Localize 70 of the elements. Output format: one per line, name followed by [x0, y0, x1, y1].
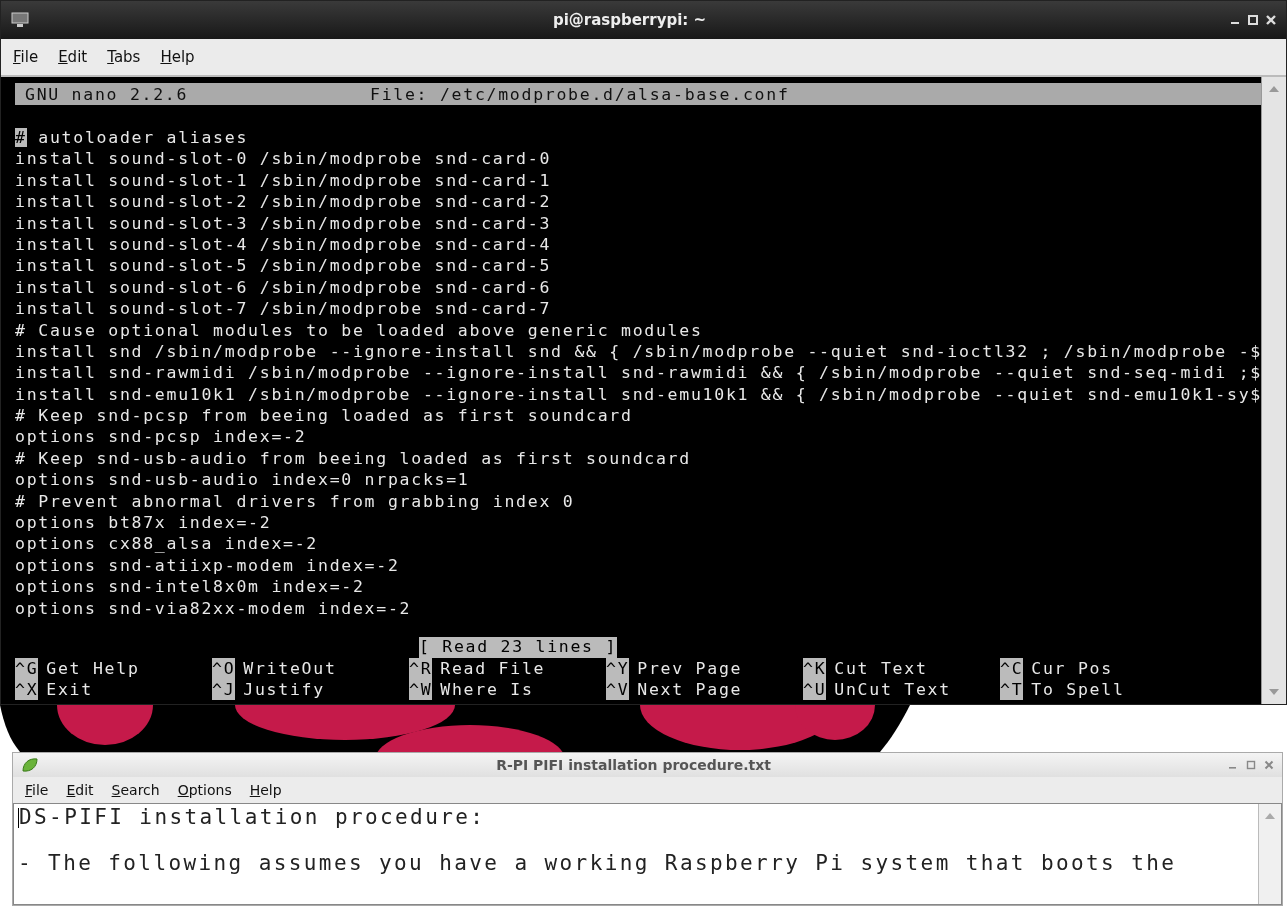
shortcut-key: ^R [409, 658, 433, 679]
shortcut-label: Justify [243, 679, 325, 700]
code-line: # Prevent abnormal drivers from grabbing index 0 [15, 490, 576, 513]
shortcut-label: Next Page [637, 679, 743, 700]
menu-item[interactable]: Help [249, 782, 282, 798]
code-line: # Keep snd-pcsp from beeing loaded as first soundcard [15, 405, 634, 427]
window-title: pi@raspberrypi: ~ [551, 11, 708, 29]
menu-item[interactable]: Tabs [107, 48, 141, 66]
shortcut-key: ^Y [606, 658, 630, 679]
shortcut-label: Where Is [440, 679, 534, 700]
shortcut-label: Cut Text [834, 658, 928, 679]
code-line: install sound-slot-2 /sbin/modprobe snd-card-2 [15, 191, 553, 213]
shortcut-key: ^O [212, 658, 236, 679]
code-line: options snd-usb-audio index=0 nrpacks=1 [15, 469, 471, 491]
shortcut-key: ^X [15, 679, 39, 700]
shortcut-label: Cur Pos [1031, 658, 1113, 679]
text-line: DS-PIFI installation procedure: [18, 806, 487, 829]
shortcut-key: ^G [15, 658, 39, 679]
code-line: install sound-slot-3 /sbin/modprobe snd-card-3 [15, 212, 553, 234]
menu-item[interactable]: Options [177, 782, 232, 798]
code-line: install sound-slot-6 /sbin/modprobe snd-card-6 [15, 276, 553, 299]
status-message: [ Read 23 lines ] [418, 637, 618, 658]
code-line: # autoloader aliases [15, 127, 250, 149]
code-line: options snd-pcsp index=-2 [15, 426, 308, 448]
code-line: install snd-emu10k1 /sbin/modprobe --ignore-install snd-emu10k1 && { /sbin/modprobe --quiet snd-emu10k1-sy$ [15, 383, 1261, 406]
shortcut-label: Prev Page [637, 658, 743, 679]
nano-version: GNU nano 2.2.6 [25, 84, 190, 104]
scrollbar[interactable] [1261, 77, 1286, 704]
code-line: install sound-slot-4 /sbin/modprobe snd-card-4 [15, 233, 553, 256]
leaf-icon [21, 757, 39, 773]
scroll-down-icon[interactable] [1268, 688, 1280, 696]
shortcut-key: ^U [803, 679, 827, 700]
scroll-up-icon[interactable] [1264, 812, 1276, 820]
shortcut-label: Exit [46, 679, 93, 700]
code-line: options cx88_alsa index=-2 [15, 533, 319, 555]
shortcut-key: ^K [803, 658, 827, 679]
code-line: install sound-slot-7 /sbin/modprobe snd-card-7 [15, 298, 553, 320]
shortcut-label: WriteOut [243, 658, 337, 679]
code-line: options snd-intel8x0m index=-2 [15, 576, 366, 598]
menu-item[interactable]: Help [160, 48, 195, 66]
menu-item[interactable]: File [25, 782, 49, 798]
shortcut-label: Get Help [46, 658, 140, 679]
monitor-icon [11, 12, 29, 28]
text-line: - The following assumes you have a working Raspberry Pi system that boots the [18, 852, 1178, 875]
code-line: install snd-rawmidi /sbin/modprobe --ignore-install snd-rawmidi && { /sbin/modprobe --quiet snd-seq-midi ;$ [15, 362, 1261, 384]
shortcut-label: Read File [440, 658, 546, 679]
shortcut-label: To Spell [1031, 679, 1125, 700]
shortcut-key: ^V [606, 679, 630, 700]
scroll-up-icon[interactable] [1268, 85, 1280, 93]
window-title: R-PI PIFI installation procedure.txt [495, 757, 772, 773]
code-line: options bt87x index=-2 [15, 512, 273, 534]
shortcut-key: ^T [1000, 679, 1024, 700]
shortcut-key: ^W [409, 679, 433, 700]
shortcut-key: ^C [1000, 658, 1024, 679]
shortcut-key: ^J [212, 679, 236, 700]
code-line: install snd /sbin/modprobe --ignore-install snd && { /sbin/modprobe --quiet snd-ioctl32 ; /sbin/modprobe -$ [15, 340, 1261, 363]
code-line: options snd-via82xx-modem index=-2 [15, 597, 413, 619]
file-name: File: /etc/modprobe.d/alsa-base.conf [370, 84, 790, 104]
code-line: # Keep snd-usb-audio from beeing loaded as first soundcard [15, 447, 692, 470]
code-line: install sound-slot-5 /sbin/modprobe snd-card-5 [15, 255, 553, 277]
menu-item[interactable]: Edit [58, 48, 88, 66]
code-line: # Cause optional modules to be loaded above generic modules [15, 319, 704, 341]
menu-item[interactable]: File [13, 48, 39, 66]
menu-item[interactable]: Search [111, 782, 160, 798]
code-line: options snd-atiixp-modem index=-2 [15, 554, 401, 577]
shortcut-label: UnCut Text [834, 679, 951, 700]
scrollbar[interactable] [1258, 804, 1281, 904]
menu-item[interactable]: Edit [66, 782, 94, 798]
code-line: install sound-slot-1 /sbin/modprobe snd-card-1 [15, 169, 553, 192]
code-line: install sound-slot-0 /sbin/modprobe snd-card-0 [15, 148, 553, 170]
